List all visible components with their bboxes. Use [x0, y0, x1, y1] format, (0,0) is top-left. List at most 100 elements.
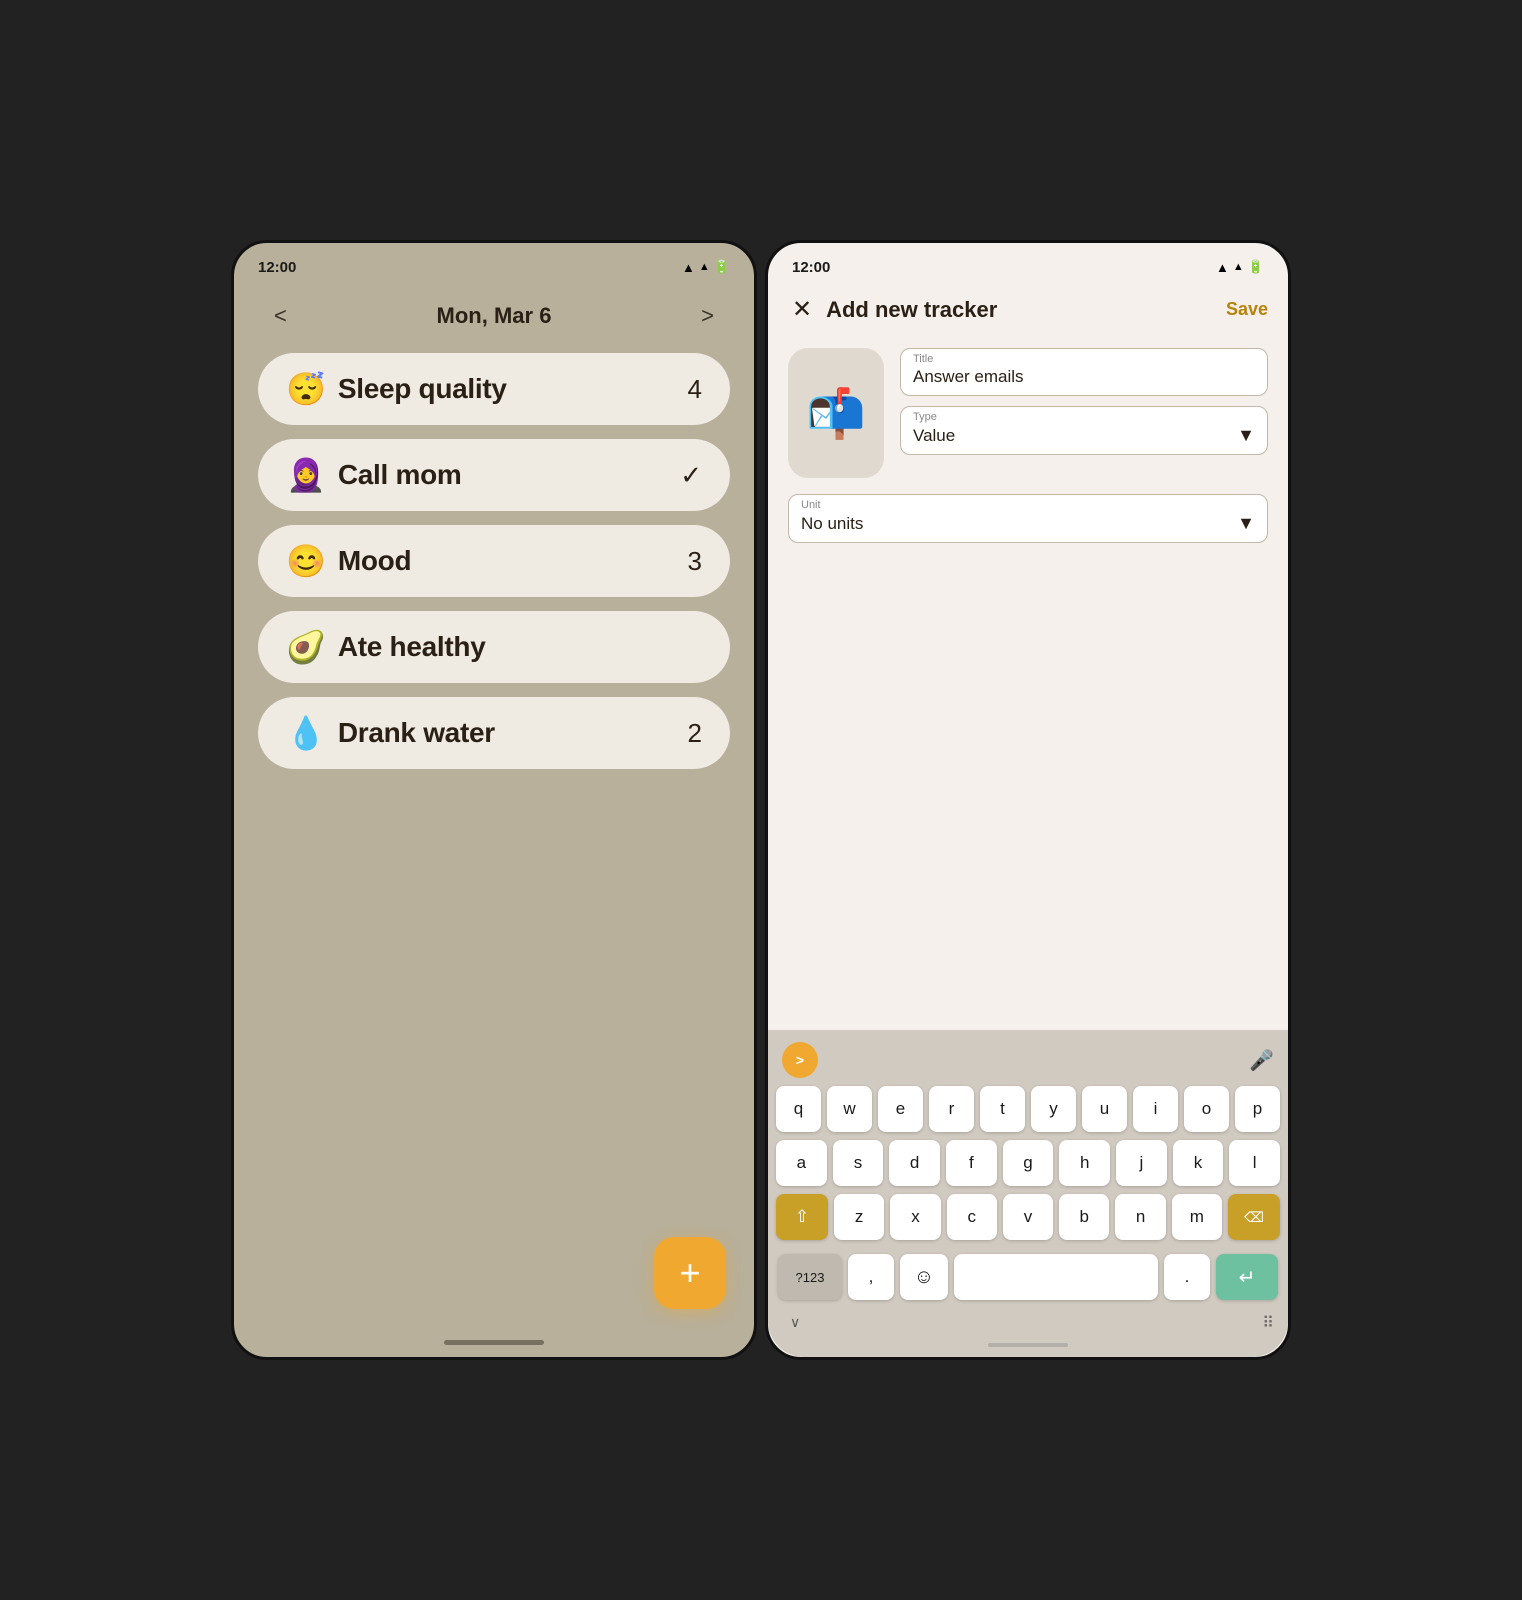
tracker-name-drankwater: Drank water	[338, 717, 495, 749]
type-select[interactable]: Value ▼	[913, 425, 1255, 446]
selected-emoji: 📬	[806, 385, 866, 442]
signal-icon: ▲	[699, 261, 710, 273]
status-icons-right: ▲ ▲ 🔋	[1216, 259, 1264, 275]
microphone-icon[interactable]: 🎤	[1249, 1048, 1274, 1073]
unit-field[interactable]: Unit No units ▼	[788, 494, 1268, 543]
key-comma[interactable]: ,	[848, 1254, 894, 1300]
status-bar-left: 12:00 ▲ ▲ 🔋	[234, 243, 754, 283]
tracker-item-left-drankwater: 💧 Drank water	[286, 717, 495, 749]
type-field-value: Value	[913, 426, 955, 446]
type-field[interactable]: Type Value ▼	[900, 406, 1268, 455]
key-z[interactable]: z	[834, 1194, 884, 1240]
keyboard-row-1: q w e r t y u i o p	[776, 1086, 1280, 1132]
tracker-item-sleep[interactable]: 😴 Sleep quality 4	[258, 353, 730, 425]
key-d[interactable]: d	[889, 1140, 940, 1186]
key-v[interactable]: v	[1003, 1194, 1053, 1240]
signal-icon-right: ▲	[1233, 261, 1244, 273]
title-field[interactable]: Title Answer emails	[900, 348, 1268, 396]
tracker-item-left-callmom: 🧕 Call mom	[286, 459, 461, 491]
keyboard-row-3: ⇧ z x c v b n m ⌫	[776, 1194, 1280, 1240]
right-phone: 12:00 ▲ ▲ 🔋 ✕ Add new tracker Save 📬	[765, 240, 1291, 1360]
tracker-name-mood: Mood	[338, 545, 411, 577]
tracker-check-callmom: ✓	[680, 460, 702, 491]
keyboard-expand-button[interactable]: >	[782, 1042, 818, 1078]
key-t[interactable]: t	[980, 1086, 1025, 1132]
title-field-value[interactable]: Answer emails	[913, 367, 1255, 387]
tracker-item-drankwater[interactable]: 💧 Drank water 2	[258, 697, 730, 769]
key-x[interactable]: x	[890, 1194, 940, 1240]
key-p[interactable]: p	[1235, 1086, 1280, 1132]
key-period[interactable]: .	[1164, 1254, 1210, 1300]
next-date-button[interactable]: >	[693, 299, 722, 333]
home-indicator-left	[444, 1340, 544, 1345]
key-r[interactable]: r	[929, 1086, 974, 1132]
title-field-label: Title	[913, 353, 1255, 365]
time-right: 12:00	[792, 259, 830, 276]
key-g[interactable]: g	[1003, 1140, 1054, 1186]
battery-icon: 🔋	[714, 259, 730, 275]
key-k[interactable]: k	[1173, 1140, 1224, 1186]
form-content: 📬 Title Answer emails Type Value ▼	[768, 340, 1288, 543]
battery-icon-right: 🔋	[1248, 259, 1264, 275]
emoji-key[interactable]: ☺	[900, 1254, 948, 1300]
key-h[interactable]: h	[1059, 1140, 1110, 1186]
unit-select[interactable]: No units ▼	[801, 513, 1255, 534]
keyboard: > 🎤 q w e r t y u i o p	[768, 1030, 1288, 1357]
spacebar[interactable]	[954, 1254, 1158, 1300]
key-w[interactable]: w	[827, 1086, 872, 1132]
tracker-item-left-atehealthy: 🥑 Ate healthy	[286, 631, 485, 663]
key-m[interactable]: m	[1172, 1194, 1222, 1240]
key-e[interactable]: e	[878, 1086, 923, 1132]
status-bar-right: 12:00 ▲ ▲ 🔋	[768, 243, 1288, 283]
tracker-emoji-sleep: 😴	[286, 373, 326, 405]
close-button[interactable]: ✕	[788, 291, 816, 328]
tracker-item-left-mood: 😊 Mood	[286, 545, 411, 577]
tracker-item-atehealthy[interactable]: 🥑 Ate healthy	[258, 611, 730, 683]
tracker-value-drankwater: 2	[688, 718, 702, 749]
wifi-icon: ▲	[682, 260, 695, 275]
key-a[interactable]: a	[776, 1140, 827, 1186]
home-indicator-right	[988, 1343, 1068, 1347]
current-date: Mon, Mar 6	[437, 303, 552, 329]
key-i[interactable]: i	[1133, 1086, 1178, 1132]
key-o[interactable]: o	[1184, 1086, 1229, 1132]
date-navigation: < Mon, Mar 6 >	[258, 283, 730, 353]
prev-date-button[interactable]: <	[266, 299, 295, 333]
key-b[interactable]: b	[1059, 1194, 1109, 1240]
tracker-name-atehealthy: Ate healthy	[338, 631, 486, 663]
tracker-name-sleep: Sleep quality	[338, 373, 507, 405]
shift-key[interactable]: ⇧	[776, 1194, 828, 1240]
keyboard-rows: q w e r t y u i o p a s d f g	[774, 1086, 1282, 1304]
numbers-key[interactable]: ?123	[778, 1254, 842, 1300]
tracker-item-callmom[interactable]: 🧕 Call mom ✓	[258, 439, 730, 511]
chevron-right-icon: >	[796, 1052, 804, 1068]
page-title: Add new tracker	[826, 297, 997, 323]
left-phone: 12:00 ▲ ▲ 🔋 < Mon, Mar 6 > 😴 Sleep quali…	[231, 240, 757, 1360]
unit-field-label: Unit	[801, 499, 1255, 511]
key-l[interactable]: l	[1229, 1140, 1280, 1186]
save-button[interactable]: Save	[1226, 299, 1268, 320]
tracker-name-callmom: Call mom	[338, 459, 462, 491]
emoji-picker[interactable]: 📬	[788, 348, 884, 478]
key-s[interactable]: s	[833, 1140, 884, 1186]
key-u[interactable]: u	[1082, 1086, 1127, 1132]
key-y[interactable]: y	[1031, 1086, 1076, 1132]
header-left-group: ✕ Add new tracker	[788, 291, 997, 328]
add-tracker-fab[interactable]: +	[654, 1237, 726, 1309]
enter-key[interactable]: ↵	[1216, 1254, 1278, 1300]
tracker-item-mood[interactable]: 😊 Mood 3	[258, 525, 730, 597]
key-q[interactable]: q	[776, 1086, 821, 1132]
key-j[interactable]: j	[1116, 1140, 1167, 1186]
key-f[interactable]: f	[946, 1140, 997, 1186]
add-icon: +	[679, 1252, 700, 1294]
backspace-key[interactable]: ⌫	[1228, 1194, 1280, 1240]
keyboard-toolbar: > 🎤	[774, 1038, 1282, 1086]
keyboard-options-icon[interactable]: ⠿	[1262, 1313, 1274, 1333]
keyboard-hide-button[interactable]: ∨	[782, 1310, 808, 1335]
tracker-list: 😴 Sleep quality 4 🧕 Call mom ✓ 😊 Mo	[258, 353, 730, 769]
key-n[interactable]: n	[1115, 1194, 1165, 1240]
key-c[interactable]: c	[947, 1194, 997, 1240]
tracker-value-sleep: 4	[688, 374, 702, 405]
tracker-emoji-drankwater: 💧	[286, 717, 326, 749]
tracker-value-mood: 3	[688, 546, 702, 577]
